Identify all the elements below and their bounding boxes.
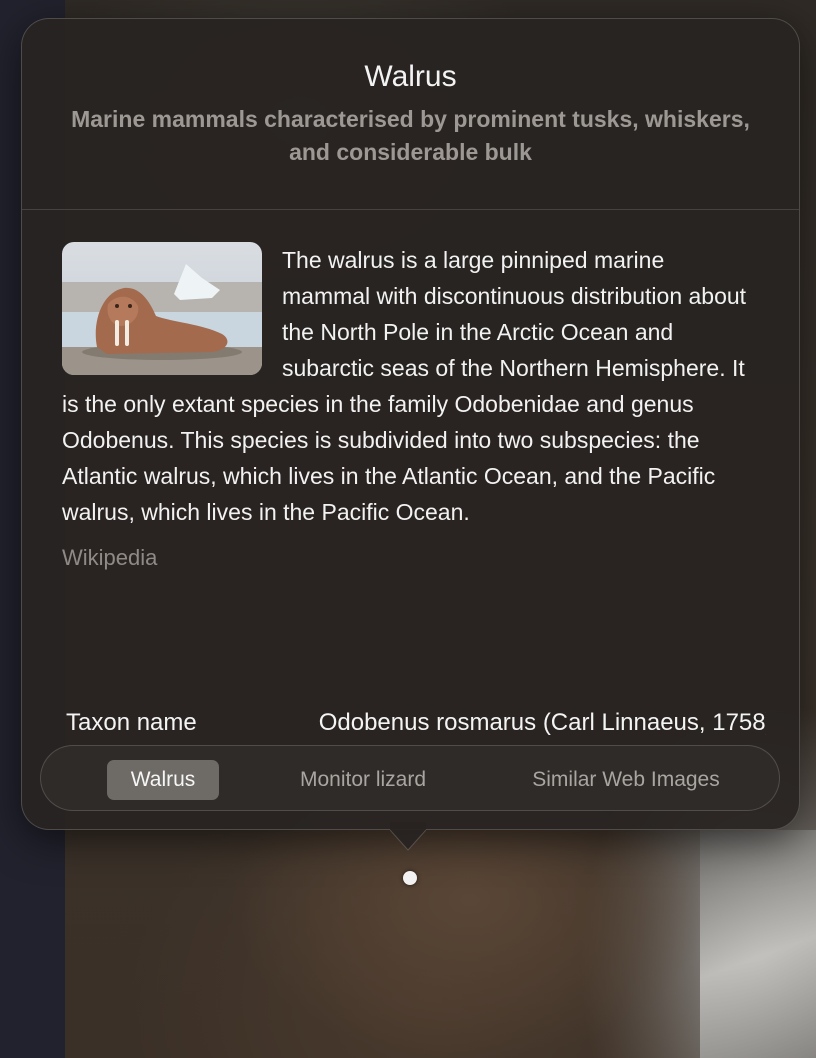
result-subtitle: Marine mammals characterised by prominen…: [71, 106, 750, 165]
popover-header: Walrus Marine mammals characterised by p…: [22, 19, 799, 210]
taxon-row: Taxon name Odobenus rosmarus (Carl Linna…: [66, 709, 766, 737]
result-tab-bar: Walrus Monitor lizard Similar Web Images: [40, 745, 780, 811]
visual-lookup-popover: Walrus Marine mammals characterised by p…: [21, 18, 800, 830]
tab-similar-web-images[interactable]: Similar Web Images: [503, 760, 749, 800]
visual-lookup-hotspot[interactable]: [403, 871, 417, 885]
background-object: [700, 830, 816, 1058]
source-link[interactable]: Wikipedia: [62, 540, 758, 576]
tab-walrus[interactable]: Walrus: [107, 760, 219, 800]
result-body: The walrus is a large pinniped marine ma…: [22, 210, 799, 576]
popover-pointer-arrow: [390, 822, 426, 851]
walrus-photo-thumbnail[interactable]: [62, 242, 262, 375]
taxon-label: Taxon name: [66, 709, 197, 736]
taxon-value: Odobenus rosmarus (Carl Linnaeus, 1758): [318, 709, 766, 736]
walrus-photo: [62, 242, 262, 375]
result-title: Walrus: [364, 60, 457, 93]
tab-monitor-lizard[interactable]: Monitor lizard: [271, 760, 455, 800]
